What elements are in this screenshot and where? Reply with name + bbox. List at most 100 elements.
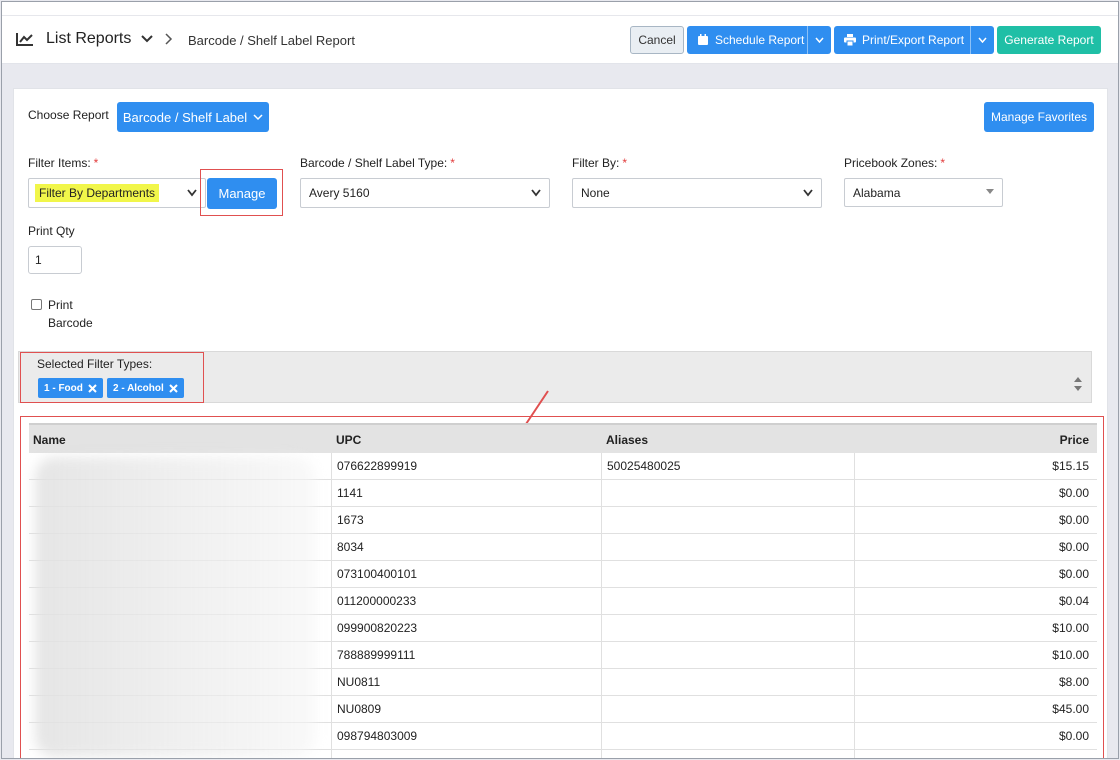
column-header-price[interactable]: Price — [1060, 433, 1089, 447]
schedule-dropdown-toggle[interactable] — [807, 26, 831, 54]
caret-down-icon — [986, 189, 994, 194]
cancel-button[interactable]: Cancel — [630, 26, 684, 54]
label-type-text: Barcode / Shelf Label Type: — [300, 156, 448, 170]
cell-upc: NU0811 — [337, 675, 381, 689]
column-divider — [854, 507, 855, 534]
redacted-names-overlay — [35, 457, 315, 757]
column-divider — [331, 507, 332, 534]
column-divider — [601, 453, 602, 480]
label-type-label: Barcode / Shelf Label Type: * — [300, 156, 455, 170]
print-export-dropdown-toggle[interactable] — [970, 26, 994, 54]
column-divider — [601, 750, 602, 758]
cell-upc: slush18 — [337, 756, 378, 758]
filter-items-value: Filter By Departments — [35, 184, 160, 202]
cell-upc: 788889999111 — [337, 648, 416, 662]
column-divider — [854, 480, 855, 507]
column-divider — [854, 642, 855, 669]
printer-icon — [844, 34, 856, 46]
column-divider — [601, 723, 602, 750]
required-mark: * — [940, 156, 946, 170]
manage-favorites-button[interactable]: Manage Favorites — [984, 102, 1094, 132]
choose-report-label: Choose Report — [28, 108, 109, 122]
title-dropdown[interactable]: List Reports — [16, 30, 154, 48]
column-divider — [854, 588, 855, 615]
calendar-icon — [698, 34, 708, 45]
print-qty-input[interactable]: 1 — [28, 246, 82, 274]
column-header-upc[interactable]: UPC — [336, 433, 361, 447]
column-divider — [601, 480, 602, 507]
cell-price: $0.00 — [1058, 540, 1089, 554]
cell-price: $8.00 — [1058, 675, 1089, 689]
cell-upc: 011200000233 — [337, 594, 417, 608]
cell-price: $0.04 — [1058, 594, 1089, 608]
filter-items-text: Filter Items: — [28, 156, 91, 170]
cell-upc: 1673 — [337, 513, 364, 527]
column-divider — [854, 453, 855, 480]
pricebook-zones-text: Pricebook Zones: — [844, 156, 938, 170]
filter-items-label: Filter Items: * — [28, 156, 98, 170]
cell-upc: 076622899919 — [337, 459, 418, 473]
required-mark: * — [93, 156, 99, 170]
annotation-box-manage — [200, 169, 283, 216]
column-divider — [854, 669, 855, 696]
column-divider — [854, 561, 855, 588]
chevron-down-icon — [803, 189, 813, 197]
column-divider — [331, 480, 332, 507]
cell-price: $15.15 — [1052, 459, 1089, 473]
table-header: Name UPC Aliases Price — [29, 423, 1097, 453]
filter-by-select[interactable]: None — [572, 178, 822, 208]
column-divider — [331, 588, 332, 615]
filter-by-value: None — [581, 186, 610, 200]
column-divider — [854, 696, 855, 723]
filter-by-text: Filter By: — [572, 156, 620, 170]
column-header-aliases[interactable]: Aliases — [606, 433, 648, 447]
column-divider — [601, 588, 602, 615]
top-strip — [2, 2, 1118, 16]
print-export-button[interactable]: Print/Export Report — [834, 26, 994, 54]
cell-upc: 8034 — [337, 540, 364, 554]
chevron-down-icon — [978, 37, 987, 43]
filter-by-label: Filter By: * — [572, 156, 627, 170]
column-divider — [331, 453, 332, 480]
chevron-right-icon — [165, 33, 173, 45]
pricebook-zones-value: Alabama — [853, 185, 901, 200]
cell-price: $0.00 — [1058, 567, 1089, 581]
column-header-name[interactable]: Name — [33, 433, 66, 447]
schedule-report-label: Schedule Report — [715, 33, 805, 47]
print-export-label: Print/Export Report — [862, 33, 965, 47]
generate-report-button[interactable]: Generate Report — [997, 26, 1101, 54]
column-divider — [601, 669, 602, 696]
chevron-down-icon — [187, 189, 197, 197]
chevron-down-icon — [253, 113, 263, 120]
column-divider — [601, 696, 602, 723]
choose-report-dropdown[interactable]: Barcode / Shelf Label — [117, 102, 269, 132]
pricebook-zones-label: Pricebook Zones: * — [844, 156, 945, 170]
column-divider — [601, 642, 602, 669]
column-divider — [331, 669, 332, 696]
report-options-panel: Choose Report Barcode / Shelf Label Mana… — [13, 88, 1108, 758]
cell-price: $0.00 — [1058, 729, 1089, 743]
cell-price: $10.00 — [1052, 648, 1089, 662]
required-mark: * — [450, 156, 455, 170]
column-divider — [331, 534, 332, 561]
column-divider — [601, 561, 602, 588]
column-divider — [601, 507, 602, 534]
report-table: Name UPC Aliases Price 076622899919 50025… — [20, 416, 1104, 758]
column-divider — [331, 750, 332, 758]
filter-items-select[interactable]: Filter By Departments — [28, 178, 206, 208]
label-type-select[interactable]: Avery 5160 — [300, 178, 550, 208]
chevron-down-icon — [815, 37, 824, 43]
column-divider — [331, 696, 332, 723]
cell-aliases: 50025480025 — [607, 459, 681, 473]
print-barcode-checkbox[interactable] — [31, 299, 42, 310]
report-header: List Reports Barcode / Shelf Label Repor… — [2, 16, 1118, 64]
print-barcode-label-line2: Barcode — [48, 316, 93, 330]
up-down-arrows-icon[interactable] — [1073, 376, 1083, 392]
cell-price: $45.00 — [1052, 702, 1089, 716]
schedule-report-button[interactable]: Schedule Report — [687, 26, 831, 54]
cell-price: $0.00 — [1058, 486, 1089, 500]
column-divider — [331, 723, 332, 750]
chevron-down-icon — [141, 35, 154, 43]
pricebook-zones-select[interactable]: Alabama — [844, 178, 1003, 207]
cell-price: $0.00 — [1059, 756, 1089, 758]
